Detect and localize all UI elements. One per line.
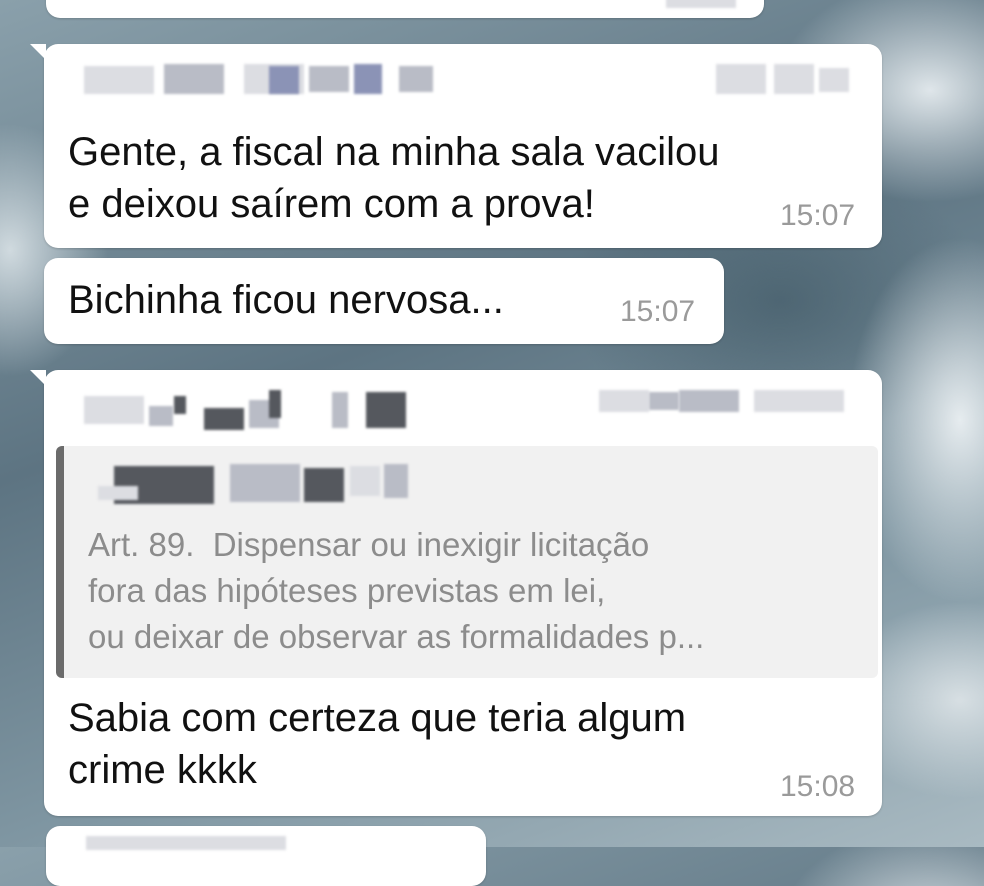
message-bubble-1[interactable]: Gente, a fiscal na minha sala vacilou e … [30,44,882,248]
message-text-line-2: crime kkkk [68,748,257,792]
message-timestamp: 15:08 [780,770,856,803]
quoted-text-line-2: fora das hipóteses previstas em lei, [88,572,606,609]
message-text-line-2: e deixou saírem com a prova! [68,182,595,226]
message-text-line-1: Bichinha ficou nervosa... [68,278,504,322]
next-message-bubble[interactable] [46,826,486,886]
message-timestamp: 15:07 [780,199,856,232]
message-timestamp: 15:07 [620,295,696,328]
quoted-text-line-3: ou deixar de observar as formalidades p.… [88,618,705,655]
message-bubble-2[interactable]: Bichinha ficou nervosa... 15:07 [44,258,724,344]
previous-message-bubble[interactable] [46,0,764,18]
quoted-text-line-1: Art. 89. Dispensar ou inexigir licitação [88,526,650,563]
message-bubble-3[interactable]: Art. 89. Dispensar ou inexigir licitação… [30,370,882,816]
message-text-line-1: Sabia com certeza que teria algum [68,696,687,740]
previous-time-redacted [666,0,736,8]
message-text-line-1: Gente, a fiscal na minha sala vacilou [68,130,720,174]
next-sender-redacted [86,836,286,850]
quoted-message[interactable]: Art. 89. Dispensar ou inexigir licitação… [56,446,878,678]
